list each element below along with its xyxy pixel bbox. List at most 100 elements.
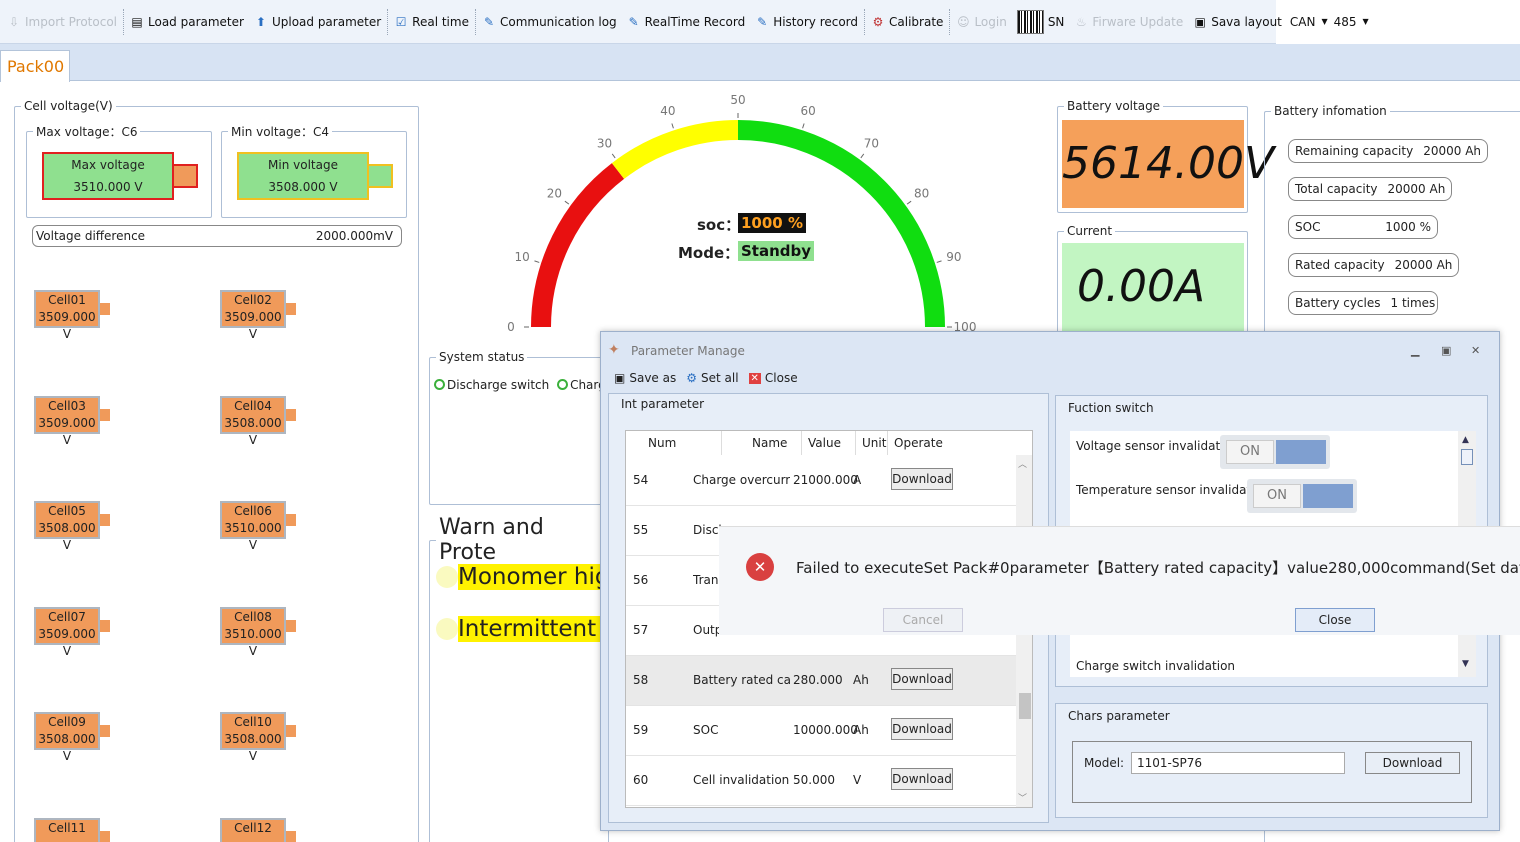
cell-02: Cell02 3509.000 V bbox=[220, 290, 296, 341]
download-button[interactable]: Download bbox=[891, 668, 953, 690]
error-message-box: ✕ Failed to executeSet Pack#0parameter【B… bbox=[719, 526, 1520, 635]
soc-label: soc： bbox=[697, 216, 741, 234]
history-icon: ✎ bbox=[757, 14, 768, 29]
column-header-num[interactable]: Num bbox=[642, 431, 722, 455]
load-parameter-button[interactable]: ▤ Load parameter bbox=[125, 7, 249, 37]
switch-label: Temperature sensor invalidation bbox=[1076, 483, 1270, 497]
login-button[interactable]: ☺ Login bbox=[951, 7, 1011, 37]
total-capacity-field: Total capacity 20000 Ah bbox=[1288, 177, 1453, 201]
sn-button[interactable]: SN bbox=[1012, 7, 1070, 37]
table-row[interactable]: 60Cell invalidation di50.000VDownload bbox=[626, 756, 1016, 806]
battery-terminal-icon bbox=[286, 620, 296, 632]
gauge-tick-label: 90 bbox=[946, 250, 961, 264]
gauge-tick bbox=[860, 153, 865, 159]
main-toolbar: ⇩ Import Protocol ▤ Load parameter ⬆ Upload… bbox=[0, 0, 1369, 44]
column-header-operate[interactable]: Operate bbox=[888, 431, 968, 455]
save-layout-button[interactable]: ▣ Sava layout bbox=[1188, 7, 1287, 37]
scrollbar-thumb[interactable] bbox=[1461, 449, 1473, 465]
gauge-tick-label: 70 bbox=[864, 136, 879, 150]
warn-indicator-icon bbox=[436, 618, 458, 640]
485-dropdown[interactable]: 485 ▼ bbox=[1331, 7, 1372, 37]
firmware-update-button[interactable]: ♨ Firware Update bbox=[1069, 7, 1188, 37]
download-button[interactable]: Download bbox=[891, 768, 953, 790]
communication-log-button[interactable]: ✎ Communication log bbox=[477, 7, 622, 37]
calibrate-button[interactable]: ⚙ Calibrate bbox=[866, 7, 948, 37]
cell-03: Cell03 3509.000 V bbox=[34, 396, 110, 447]
model-download-button[interactable]: Download bbox=[1365, 752, 1460, 774]
login-icon: ☺ bbox=[957, 14, 970, 29]
firmware-icon: ♨ bbox=[1076, 14, 1087, 29]
chevron-up-icon[interactable]: ︿ bbox=[1018, 457, 1027, 470]
remaining-capacity-field: Remaining capacity 20000 Ah bbox=[1288, 139, 1489, 163]
chevron-down-icon[interactable]: ﹀ bbox=[1018, 791, 1027, 804]
close-button[interactable]: Close bbox=[1295, 608, 1375, 632]
chars-parameter-panel: Chars parameter Model: 1101-SP76 Downloa… bbox=[1055, 703, 1488, 818]
chevron-up-icon[interactable]: ▲ bbox=[1462, 435, 1469, 445]
table-row-selected[interactable]: 58Battery rated capa280.000AhDownload bbox=[626, 656, 1016, 706]
battery-terminal-icon bbox=[100, 620, 110, 632]
set-all-button[interactable]: ⚙ Set all bbox=[681, 371, 743, 385]
battery-terminal-icon bbox=[286, 725, 296, 737]
cell-12: Cell12 bbox=[220, 818, 296, 842]
tab-pack00[interactable]: Pack00 bbox=[0, 50, 70, 82]
battery-terminal-icon bbox=[100, 303, 110, 315]
dialog-toolbar: ▣ Save as ⚙ Set all ✕ Close bbox=[601, 366, 803, 390]
max-voltage-body: Max voltage 3510.000 V bbox=[42, 152, 174, 200]
battery-terminal-icon bbox=[286, 514, 296, 526]
soc-field: SOC 1000 % bbox=[1288, 215, 1438, 239]
table-row[interactable]: 59 SOC 10000.000 Ah Download bbox=[626, 706, 1016, 756]
column-header-name[interactable]: Name bbox=[722, 431, 802, 455]
battery-terminal-icon bbox=[100, 514, 110, 526]
temperature-sensor-toggle[interactable]: ON bbox=[1247, 479, 1357, 513]
cell-09: Cell09 3508.000 V bbox=[34, 712, 110, 763]
gauge-tick-label: 10 bbox=[514, 250, 529, 264]
mode-value: Standby bbox=[738, 241, 815, 261]
warn-indicator-icon bbox=[436, 566, 458, 588]
gauge-tick-label: 40 bbox=[660, 104, 675, 118]
battery-cycles-field: Battery cycles 1 times bbox=[1288, 291, 1438, 315]
real-time-toggle[interactable]: ☑ Real time bbox=[389, 7, 474, 37]
min-voltage-battery: Min voltage 3508.000 V bbox=[237, 152, 393, 200]
can-dropdown[interactable]: CAN ▼ bbox=[1287, 7, 1331, 37]
cancel-button[interactable]: Cancel bbox=[883, 608, 963, 632]
switch-label: Charge switch invalidation bbox=[1076, 659, 1236, 673]
save-disk-icon: ▣ bbox=[614, 371, 626, 385]
soc-value: 1000 % bbox=[738, 213, 806, 233]
status-indicator-icon bbox=[557, 379, 569, 390]
model-label: Model: bbox=[1084, 756, 1125, 770]
chevron-down-icon[interactable]: ▼ bbox=[1462, 659, 1469, 669]
history-record-button[interactable]: ✎ History record bbox=[750, 7, 863, 37]
cell-05: Cell05 3508.000 V bbox=[34, 501, 110, 552]
mode-label: Mode： bbox=[678, 244, 740, 262]
model-input[interactable]: 1101-SP76 bbox=[1131, 752, 1345, 774]
function-switch-title: Fuction switch bbox=[1068, 401, 1154, 415]
column-header-value[interactable]: Value bbox=[802, 431, 856, 455]
import-protocol-button[interactable]: ⇩ Import Protocol bbox=[2, 7, 122, 37]
voltage-sensor-toggle[interactable]: ON bbox=[1220, 435, 1330, 469]
column-header-unit[interactable]: Unit bbox=[856, 431, 888, 455]
max-voltage-battery: Max voltage 3510.000 V bbox=[42, 152, 198, 200]
error-icon: ✕ bbox=[746, 553, 774, 581]
load-icon: ▤ bbox=[131, 14, 143, 29]
checkbox-icon: ☑ bbox=[395, 14, 407, 29]
scrollbar-thumb[interactable] bbox=[1019, 693, 1031, 719]
realtime-record-button[interactable]: ✎ RealTime Record bbox=[622, 7, 751, 37]
upload-parameter-button[interactable]: ⬆ Upload parameter bbox=[249, 7, 386, 37]
cell-08: Cell08 3510.000 V bbox=[220, 607, 296, 658]
min-voltage-body: Min voltage 3508.000 V bbox=[237, 152, 369, 200]
table-row[interactable]: 54Charge overcurren21000.000ADownload bbox=[626, 456, 1016, 506]
download-button[interactable]: Download bbox=[891, 718, 953, 740]
close-icon[interactable]: ✕ bbox=[1471, 344, 1480, 357]
minimize-icon[interactable]: ▁ bbox=[1411, 344, 1419, 357]
maximize-icon[interactable]: ▣ bbox=[1441, 344, 1451, 357]
download-button[interactable]: Download bbox=[891, 468, 953, 490]
gauge-yellow-arc bbox=[611, 120, 739, 180]
dialog-close-button[interactable]: ✕ Close bbox=[744, 371, 803, 385]
int-parameter-title: Int parameter bbox=[621, 397, 705, 411]
upload-arrow-icon: ⬆ bbox=[255, 14, 266, 29]
system-status-group: System status bbox=[429, 350, 609, 505]
dropdown-arrow-icon: ▼ bbox=[1362, 17, 1369, 26]
toolbar-separator bbox=[864, 8, 866, 35]
save-as-button[interactable]: ▣ Save as bbox=[609, 371, 681, 385]
gauge-tick bbox=[671, 123, 674, 129]
